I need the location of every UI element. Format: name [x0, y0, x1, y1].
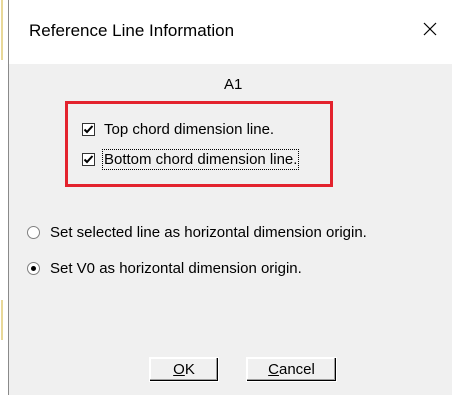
cancel-label-rest: ancel: [278, 361, 315, 378]
ok-button[interactable]: OK: [149, 357, 219, 382]
reference-line-name: A1: [224, 76, 243, 93]
checkmark-icon: [83, 155, 94, 164]
radio-button-unchecked[interactable]: [27, 226, 40, 239]
background-accent: [1, 300, 3, 340]
radio-v0-origin[interactable]: Set V0 as horizontal dimension origin.: [27, 260, 302, 277]
highlight-box: [65, 101, 333, 187]
checkmark-icon: [83, 125, 94, 134]
ok-mnemonic: O: [173, 361, 185, 378]
ok-label-rest: K: [184, 361, 195, 378]
top-chord-label: Top chord dimension line.: [104, 121, 275, 138]
top-chord-checkbox-row[interactable]: Top chord dimension line.: [82, 121, 274, 138]
radio-selected-line-label: Set selected line as horizontal dimensio…: [50, 224, 367, 241]
radio-button-checked[interactable]: [27, 262, 40, 275]
background-accent: [1, 0, 3, 60]
bottom-chord-label: Bottom chord dimension line.: [101, 149, 300, 170]
dialog-title: Reference Line Information: [29, 21, 235, 40]
cancel-mnemonic: C: [268, 361, 279, 378]
cancel-button[interactable]: Cancel: [246, 357, 337, 382]
close-button[interactable]: [408, 12, 452, 46]
bottom-chord-checkbox-row[interactable]: Bottom chord dimension line.: [82, 149, 300, 170]
top-chord-checkbox[interactable]: [82, 123, 95, 136]
close-icon: [423, 22, 437, 36]
title-bar: Reference Line Information: [9, 0, 452, 64]
reference-line-dialog: Reference Line Information A1 Top chord …: [8, 0, 452, 395]
background-window-edge: [0, 0, 6, 395]
radio-v0-label: Set V0 as horizontal dimension origin.: [50, 260, 302, 277]
bottom-chord-checkbox[interactable]: [82, 153, 95, 166]
radio-selected-line-origin[interactable]: Set selected line as horizontal dimensio…: [27, 224, 367, 241]
